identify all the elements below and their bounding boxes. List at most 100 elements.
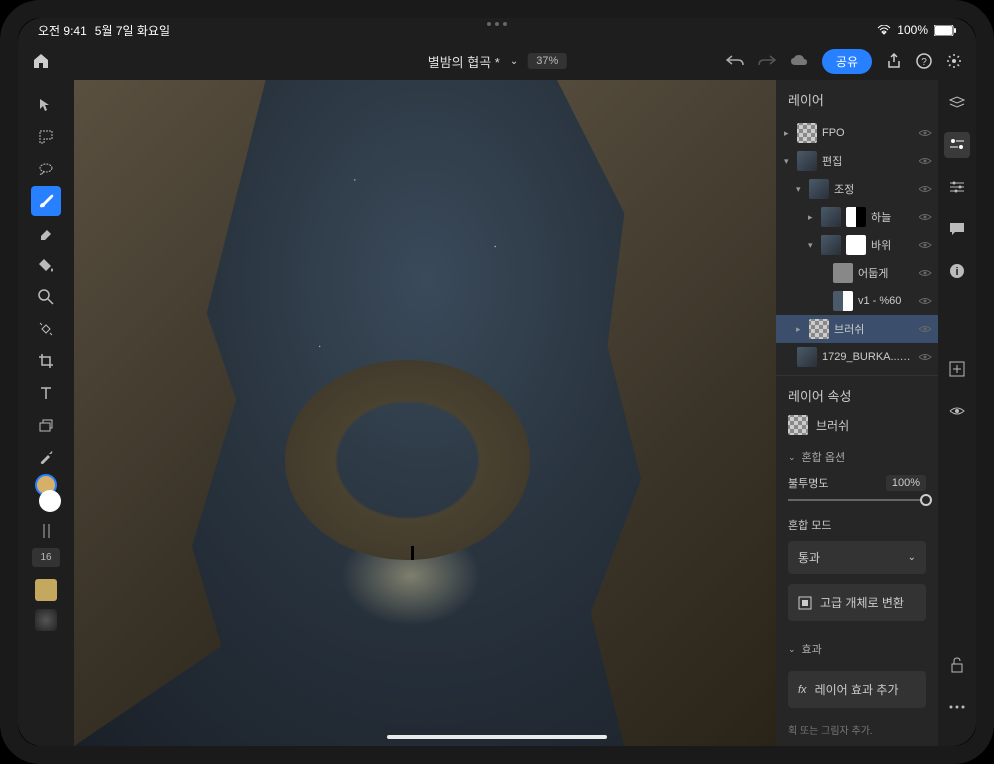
visibility-toggle[interactable] — [918, 268, 932, 278]
side-rail: i — [938, 80, 976, 746]
opacity-value[interactable]: 100% — [886, 475, 926, 491]
properties-tab-icon[interactable] — [944, 132, 970, 158]
visibility-toggle[interactable] — [918, 128, 932, 138]
expand-toggle[interactable]: ▾ — [796, 184, 804, 195]
layer-name: 조정 — [834, 181, 913, 197]
crop-tool[interactable] — [31, 346, 61, 376]
redo-button[interactable] — [758, 54, 776, 68]
layer-thumbnail[interactable] — [821, 207, 841, 227]
clone-tool[interactable] — [31, 410, 61, 440]
layer-thumbnail[interactable] — [846, 207, 866, 227]
info-tab-icon[interactable]: i — [944, 258, 970, 284]
visibility-toggle[interactable] — [918, 184, 932, 194]
layer-row[interactable]: v1 - %60 — [776, 287, 938, 315]
expand-toggle[interactable]: ▾ — [808, 240, 816, 251]
move-tool[interactable] — [31, 90, 61, 120]
layer-thumbnail[interactable] — [833, 291, 853, 311]
layer-row[interactable]: 1729_BURKA...anced-NR33 — [776, 343, 938, 371]
text-tool[interactable] — [31, 378, 61, 408]
status-date: 5월 7일 화요일 — [95, 22, 170, 39]
visibility-toggle[interactable] — [918, 212, 932, 222]
layer-row[interactable]: 어둡게 — [776, 259, 938, 287]
home-button[interactable] — [32, 52, 50, 70]
comments-tab-icon[interactable] — [944, 216, 970, 242]
lasso-tool[interactable] — [31, 122, 61, 152]
fill-tool[interactable] — [31, 250, 61, 280]
heal-tool[interactable] — [31, 314, 61, 344]
opacity-slider[interactable] — [788, 499, 926, 501]
blend-mode-value: 통과 — [798, 549, 820, 566]
visibility-toggle[interactable] — [918, 240, 932, 250]
expand-toggle[interactable]: ▾ — [784, 156, 792, 167]
visibility-toggle[interactable] — [918, 156, 932, 166]
effects-toggle[interactable]: ⌄ 효과 — [776, 631, 938, 661]
convert-smart-button[interactable]: 고급 개체로 변환 — [788, 584, 926, 621]
visibility-icon[interactable] — [944, 398, 970, 424]
layer-row[interactable]: ▸ 브러쉬 — [776, 315, 938, 343]
visibility-toggle[interactable] — [918, 324, 932, 334]
blend-options-toggle[interactable]: ⌄ 혼합 옵션 — [776, 439, 938, 469]
top-bar: 별밤의 협곡 * ⌄ 37% 공유 ? — [18, 42, 976, 80]
layer-name: 브러쉬 — [834, 321, 913, 337]
status-time: 오전 9:41 — [38, 22, 87, 39]
layer-row[interactable]: ▸ 하늘 — [776, 203, 938, 231]
layer-thumbnail[interactable] — [797, 123, 817, 143]
zoom-level[interactable]: 37% — [528, 53, 566, 69]
layer-thumbnail[interactable] — [809, 319, 829, 339]
expand-toggle[interactable]: ▸ — [796, 324, 804, 335]
effect-hint: 획 또는 그림자 추가. — [776, 718, 938, 741]
layer-name: 하늘 — [871, 209, 913, 225]
share-button[interactable]: 공유 — [822, 49, 872, 74]
lock-icon[interactable] — [944, 652, 970, 678]
layer-name: v1 - %60 — [858, 295, 913, 307]
layer-row[interactable]: ▸FPO — [776, 119, 938, 147]
brush-size[interactable]: 16 — [32, 548, 59, 567]
layer-thumbnail[interactable] — [797, 347, 817, 367]
layer-row[interactable]: ▾ 편집 — [776, 147, 938, 175]
selection-tool[interactable] — [31, 154, 61, 184]
add-layer-icon[interactable] — [944, 356, 970, 382]
export-icon[interactable] — [886, 53, 902, 69]
undo-button[interactable] — [726, 54, 744, 68]
brush-tool[interactable] — [31, 186, 61, 216]
visibility-toggle[interactable] — [918, 296, 932, 306]
settings-icon[interactable] — [946, 53, 962, 69]
layer-name: 1729_BURKA...anced-NR33 — [822, 351, 913, 363]
swatch-texture[interactable] — [35, 609, 57, 631]
opacity-slider-handle[interactable] — [920, 494, 932, 506]
layer-thumbnail[interactable] — [821, 235, 841, 255]
adjustments-tab-icon[interactable] — [944, 174, 970, 200]
more-icon[interactable] — [944, 694, 970, 720]
home-indicator[interactable] — [387, 735, 607, 739]
visibility-toggle[interactable] — [918, 352, 932, 362]
layers-tab-icon[interactable] — [944, 90, 970, 116]
eyedropper-tool[interactable] — [31, 442, 61, 472]
document-title[interactable]: 별밤의 협곡 * — [428, 52, 500, 71]
background-color[interactable] — [39, 490, 61, 512]
layer-thumbnail[interactable] — [833, 263, 853, 283]
smart-object-icon — [798, 596, 812, 610]
layer-thumbnail[interactable] — [809, 179, 829, 199]
layer-name: 편집 — [822, 153, 913, 169]
layer-thumbnail[interactable] — [846, 235, 866, 255]
cloud-icon[interactable] — [790, 54, 808, 68]
add-effect-label: 레이어 효과 추가 — [815, 681, 899, 698]
chevron-down-icon[interactable]: ⌄ — [510, 56, 518, 67]
help-icon[interactable]: ? — [916, 53, 932, 69]
canvas[interactable] — [74, 80, 776, 746]
zoom-tool[interactable] — [31, 282, 61, 312]
battery-level: 100% — [897, 23, 928, 37]
opacity-label: 불투명도 — [788, 475, 828, 491]
layer-thumbnail[interactable] — [797, 151, 817, 171]
expand-toggle[interactable]: ▸ — [808, 212, 816, 223]
blend-mode-select[interactable]: 통과 ⌄ — [788, 541, 926, 574]
chevron-down-icon: ⌄ — [788, 452, 796, 463]
eraser-tool[interactable] — [31, 218, 61, 248]
multitasking-dots[interactable] — [487, 22, 507, 26]
layer-row[interactable]: ▾ 조정 — [776, 175, 938, 203]
current-layer-thumb — [788, 415, 808, 435]
layer-row[interactable]: ▾바위 — [776, 231, 938, 259]
expand-toggle[interactable]: ▸ — [784, 128, 792, 139]
add-effect-button[interactable]: fx 레이어 효과 추가 — [788, 671, 926, 708]
swatch-gold[interactable] — [35, 579, 57, 601]
